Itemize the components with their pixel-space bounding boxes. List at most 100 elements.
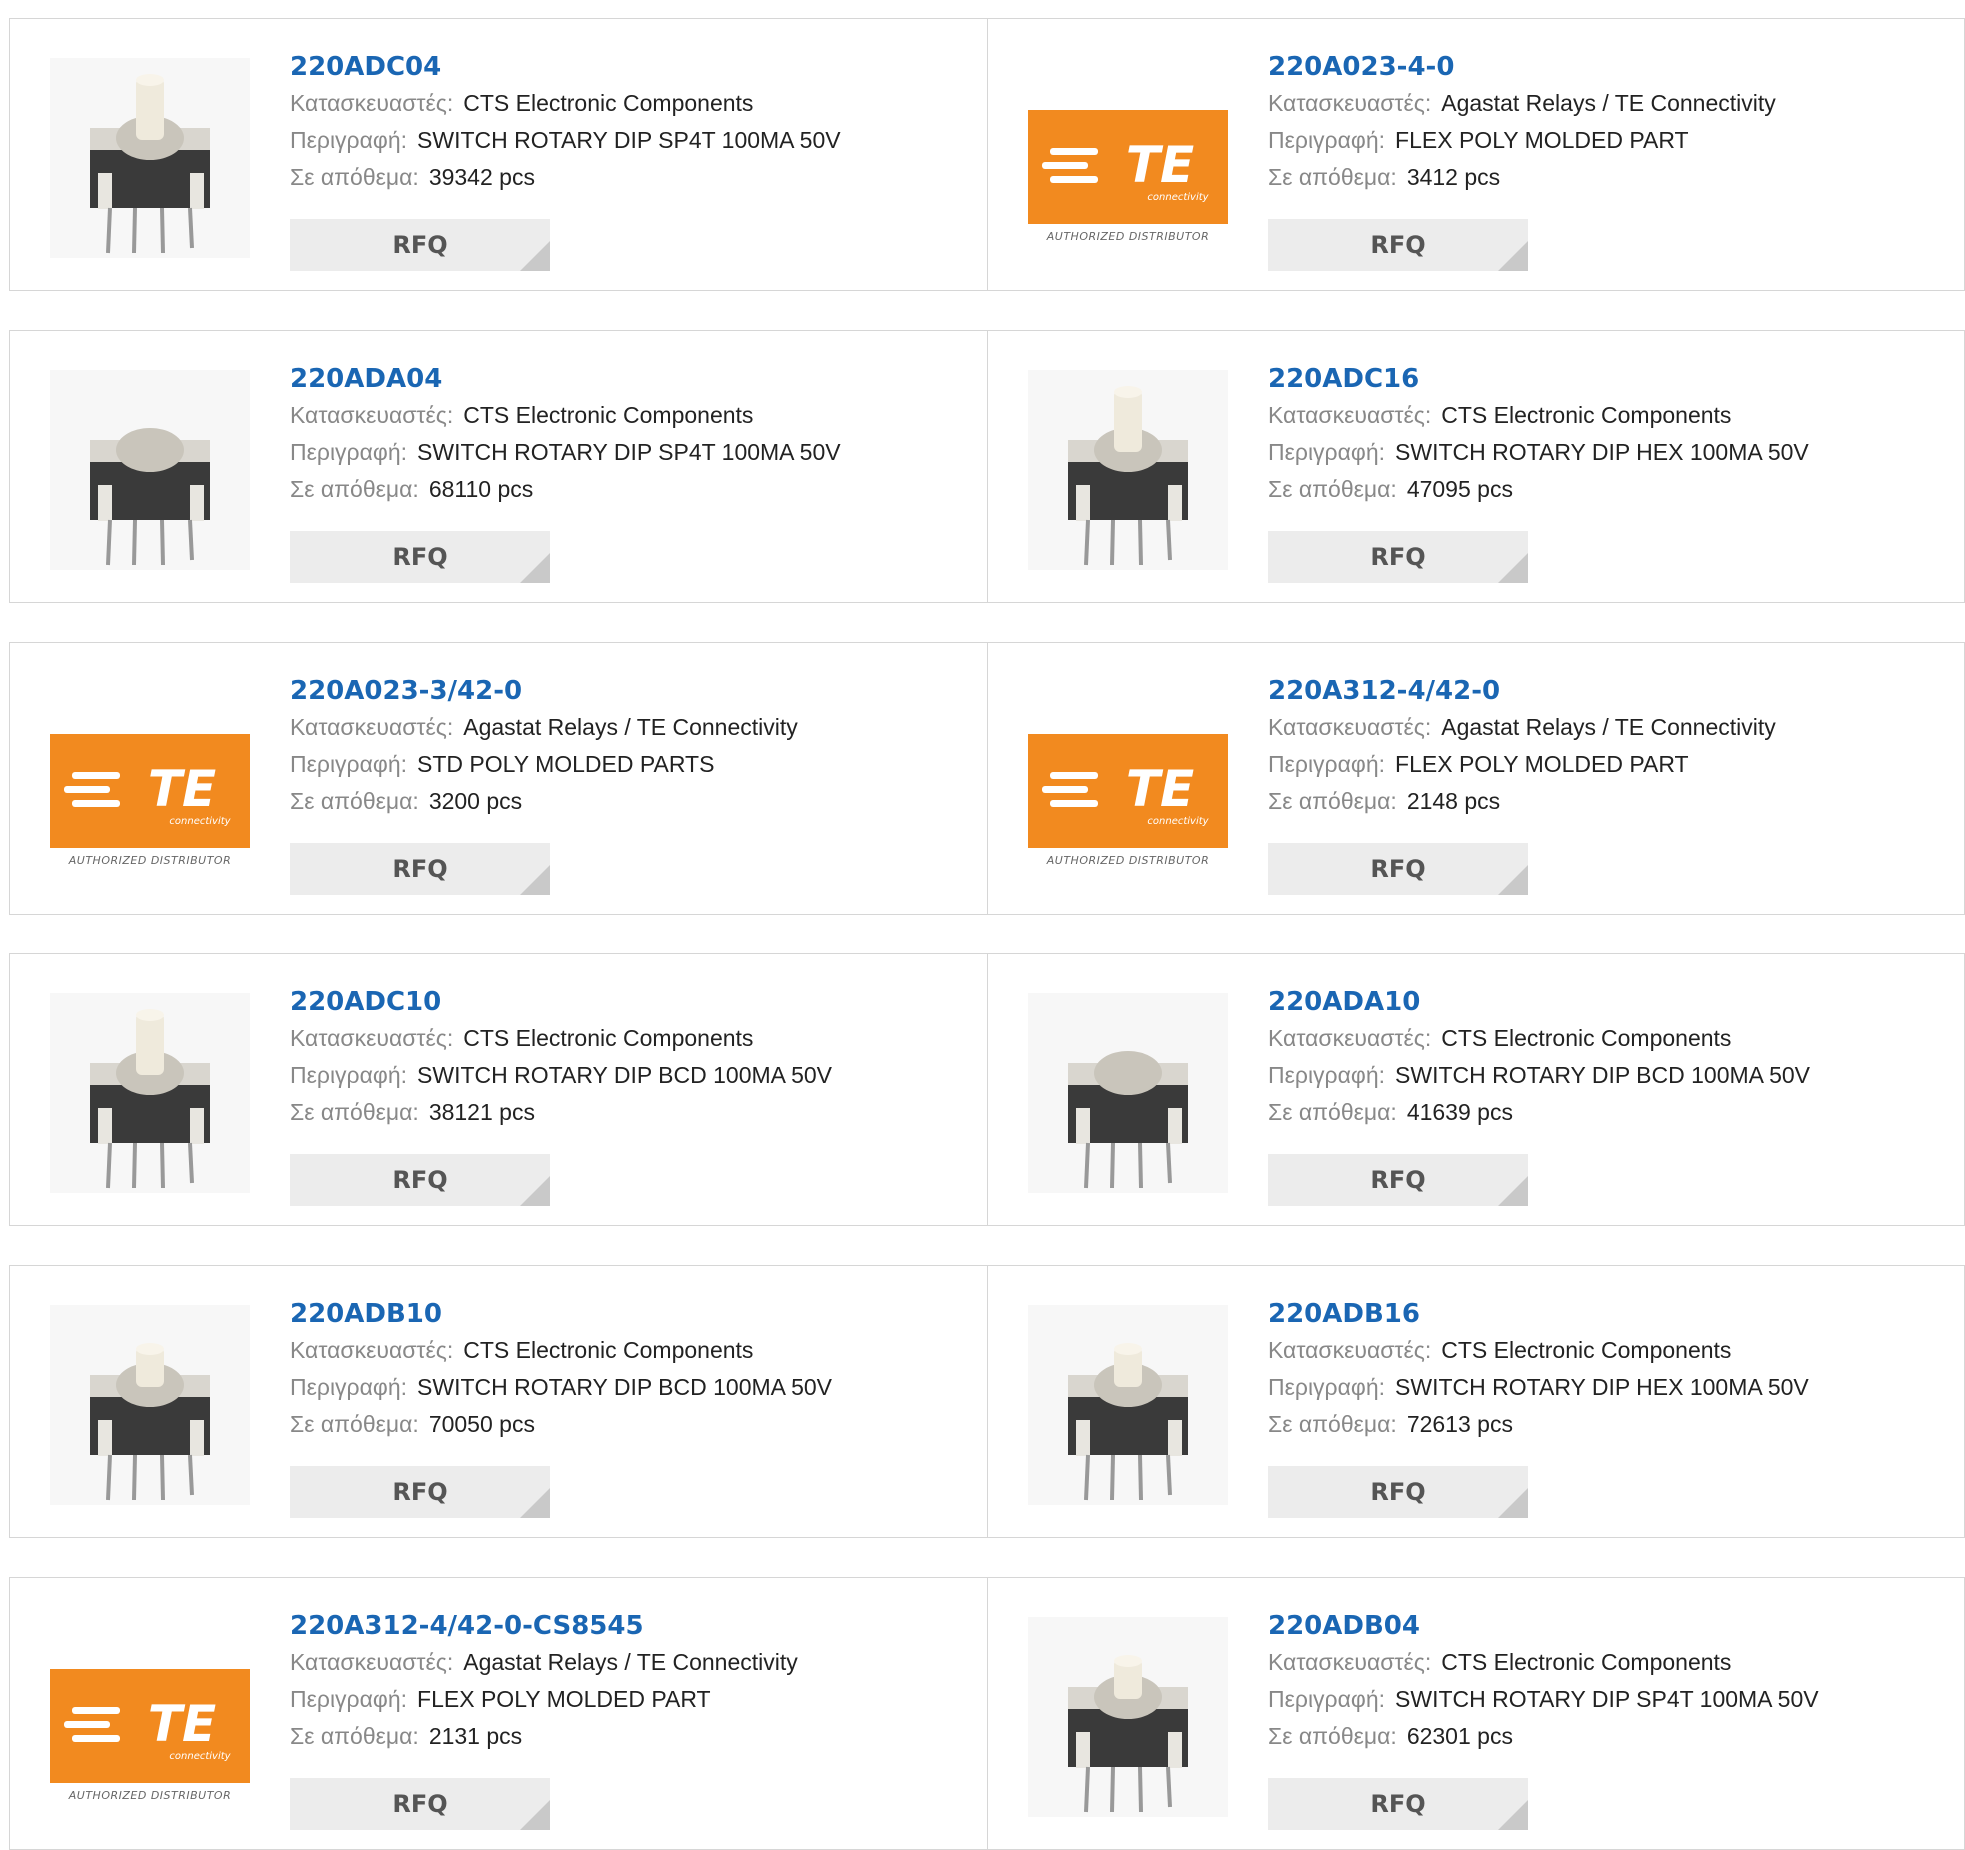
- product-row: TE connectivity AUTHORIZED DISTRIBUTOR 2…: [9, 1577, 1965, 1850]
- stock-line: Σε απόθεμα: 47095 pcs: [1268, 471, 1809, 508]
- manufacturer-line: Κατασκευαστές: CTS Electronic Components: [290, 1332, 832, 1369]
- rfq-button-label: RFQ: [392, 855, 448, 883]
- rfq-button[interactable]: RFQ: [290, 1778, 550, 1830]
- corner-triangle-icon: [1498, 1488, 1528, 1518]
- product-title-link[interactable]: 220ADB10: [290, 1296, 832, 1332]
- product-thumbnail[interactable]: [50, 993, 250, 1193]
- description-value: FLEX POLY MOLDED PART: [417, 1686, 711, 1712]
- product-title-link[interactable]: 220ADB16: [1268, 1296, 1809, 1332]
- stock-label: Σε απόθεμα:: [290, 1099, 419, 1125]
- product-title-link[interactable]: 220A023-4-0: [1268, 49, 1776, 85]
- stock-line: Σε απόθεμα: 72613 pcs: [1268, 1406, 1809, 1443]
- rfq-button[interactable]: RFQ: [290, 219, 550, 271]
- stock-line: Σε απόθεμα: 2131 pcs: [290, 1718, 798, 1755]
- stock-value: 62301 pcs: [1406, 1723, 1513, 1749]
- description-line: Περιγραφή: SWITCH ROTARY DIP SP4T 100MA 5…: [290, 434, 841, 471]
- product-thumbnail[interactable]: TE connectivity AUTHORIZED DISTRIBUTOR: [50, 1617, 250, 1817]
- rfq-button[interactable]: RFQ: [1268, 1154, 1528, 1206]
- product-title-link[interactable]: 220ADA10: [1268, 984, 1810, 1020]
- corner-triangle-icon: [520, 553, 550, 583]
- stock-label: Σε απόθεμα:: [290, 1411, 419, 1437]
- corner-triangle-icon: [520, 1800, 550, 1830]
- svg-text:TE: TE: [148, 760, 216, 818]
- product-row: 220ADC04 Κατασκευαστές: CTS Electronic Com…: [9, 18, 1965, 291]
- stock-value: 68110 pcs: [428, 476, 534, 502]
- rfq-button[interactable]: RFQ: [1268, 531, 1528, 583]
- product-title-link[interactable]: 220ADC16: [1268, 361, 1809, 397]
- rotary-switch-image: [1028, 370, 1228, 570]
- manufacturer-value: CTS Electronic Components: [463, 402, 754, 428]
- product-info: 220ADC04 Κατασκευαστές: CTS Electronic Com…: [290, 49, 841, 196]
- manufacturer-value: CTS Electronic Components: [463, 1337, 754, 1363]
- te-connectivity-logo: TE connectivity AUTHORIZED DISTRIBUTOR: [1028, 58, 1228, 258]
- stock-line: Σε απόθεμα: 3200 pcs: [290, 783, 798, 820]
- product-title-link[interactable]: 220ADA04: [290, 361, 841, 397]
- rotary-switch-image: [50, 1305, 250, 1505]
- description-label: Περιγραφή:: [290, 751, 408, 777]
- rfq-button[interactable]: RFQ: [1268, 1778, 1528, 1830]
- rfq-button-label: RFQ: [1370, 1478, 1426, 1506]
- product-title-link[interactable]: 220A023-3/42-0: [290, 673, 798, 709]
- rfq-button[interactable]: RFQ: [290, 531, 550, 583]
- stock-line: Σε απόθεμα: 68110 pcs: [290, 471, 841, 508]
- description-label: Περιγραφή:: [1268, 1686, 1386, 1712]
- product-thumbnail[interactable]: TE connectivity AUTHORIZED DISTRIBUTOR: [1028, 682, 1228, 882]
- rfq-button[interactable]: RFQ: [1268, 1466, 1528, 1518]
- description-value: SWITCH ROTARY DIP SP4T 100MA 50V: [417, 127, 841, 153]
- description-line: Περιγραφή: SWITCH ROTARY DIP HEX 100MA 50…: [1268, 434, 1809, 471]
- rfq-button-label: RFQ: [1370, 855, 1426, 883]
- rfq-button[interactable]: RFQ: [290, 843, 550, 895]
- product-card: 220ADB16 Κατασκευαστές: CTS Electronic Com…: [988, 1266, 1965, 1537]
- product-thumbnail[interactable]: [1028, 1305, 1228, 1505]
- stock-value: 39342 pcs: [428, 164, 535, 190]
- product-info: 220ADC16 Κατασκευαστές: CTS Electronic Com…: [1268, 361, 1809, 508]
- rfq-button[interactable]: RFQ: [290, 1154, 550, 1206]
- product-thumbnail[interactable]: [50, 58, 250, 258]
- rotary-switch-image: [1028, 993, 1228, 1193]
- product-thumbnail[interactable]: [50, 370, 250, 570]
- product-title-link[interactable]: 220ADC10: [290, 984, 832, 1020]
- description-value: SWITCH ROTARY DIP SP4T 100MA 50V: [417, 439, 841, 465]
- description-value: SWITCH ROTARY DIP HEX 100MA 50V: [1395, 1374, 1809, 1400]
- product-title-link[interactable]: 220ADB04: [1268, 1608, 1819, 1644]
- stock-line: Σε απόθεμα: 39342 pcs: [290, 159, 841, 196]
- rotary-switch-image: [50, 370, 250, 570]
- product-thumbnail[interactable]: TE connectivity AUTHORIZED DISTRIBUTOR: [1028, 58, 1228, 258]
- product-thumbnail[interactable]: [1028, 993, 1228, 1193]
- product-title-link[interactable]: 220A312-4/42-0: [1268, 673, 1776, 709]
- rfq-button[interactable]: RFQ: [1268, 219, 1528, 271]
- product-thumbnail[interactable]: [1028, 1617, 1228, 1817]
- svg-text:TE: TE: [1126, 136, 1194, 194]
- product-info: 220A023-4-0 Κατασκευαστές: Agastat Relays …: [1268, 49, 1776, 196]
- svg-text:connectivity: connectivity: [169, 1751, 231, 1762]
- description-value: FLEX POLY MOLDED PART: [1395, 751, 1689, 777]
- manufacturer-label: Κατασκευαστές:: [1268, 1649, 1432, 1675]
- description-label: Περιγραφή:: [1268, 439, 1386, 465]
- rfq-button[interactable]: RFQ: [290, 1466, 550, 1518]
- product-thumbnail[interactable]: [1028, 370, 1228, 570]
- product-title-link[interactable]: 220ADC04: [290, 49, 841, 85]
- product-card: 220ADC10 Κατασκευαστές: CTS Electronic Com…: [10, 954, 987, 1225]
- description-label: Περιγραφή:: [290, 1062, 408, 1088]
- rfq-button-label: RFQ: [392, 1166, 448, 1194]
- manufacturer-line: Κατασκευαστές: CTS Electronic Components: [1268, 1020, 1810, 1057]
- manufacturer-value: CTS Electronic Components: [1441, 402, 1732, 428]
- description-label: Περιγραφή:: [1268, 1374, 1386, 1400]
- svg-text:TE: TE: [148, 1695, 216, 1753]
- product-thumbnail[interactable]: [50, 1305, 250, 1505]
- rfq-button[interactable]: RFQ: [1268, 843, 1528, 895]
- stock-value: 3200 pcs: [428, 788, 523, 814]
- product-title-link[interactable]: 220A312-4/42-0-CS8545: [290, 1608, 798, 1644]
- manufacturer-value: Agastat Relays / TE Connectivity: [463, 714, 798, 740]
- product-thumbnail[interactable]: TE connectivity AUTHORIZED DISTRIBUTOR: [50, 682, 250, 882]
- stock-label: Σε απόθεμα:: [290, 476, 419, 502]
- description-line: Περιγραφή: FLEX POLY MOLDED PART: [290, 1681, 798, 1718]
- corner-triangle-icon: [1498, 1176, 1528, 1206]
- description-label: Περιγραφή:: [290, 127, 408, 153]
- description-line: Περιγραφή: SWITCH ROTARY DIP BCD 100MA 50…: [290, 1057, 832, 1094]
- stock-line: Σε απόθεμα: 62301 pcs: [1268, 1718, 1819, 1755]
- product-row: TE connectivity AUTHORIZED DISTRIBUTOR 2…: [9, 642, 1965, 915]
- product-row: 220ADB10 Κατασκευαστές: CTS Electronic Com…: [9, 1265, 1965, 1538]
- stock-value: 72613 pcs: [1406, 1411, 1513, 1437]
- product-row: 220ADA04 Κατασκευαστές: CTS Electronic Com…: [9, 330, 1965, 603]
